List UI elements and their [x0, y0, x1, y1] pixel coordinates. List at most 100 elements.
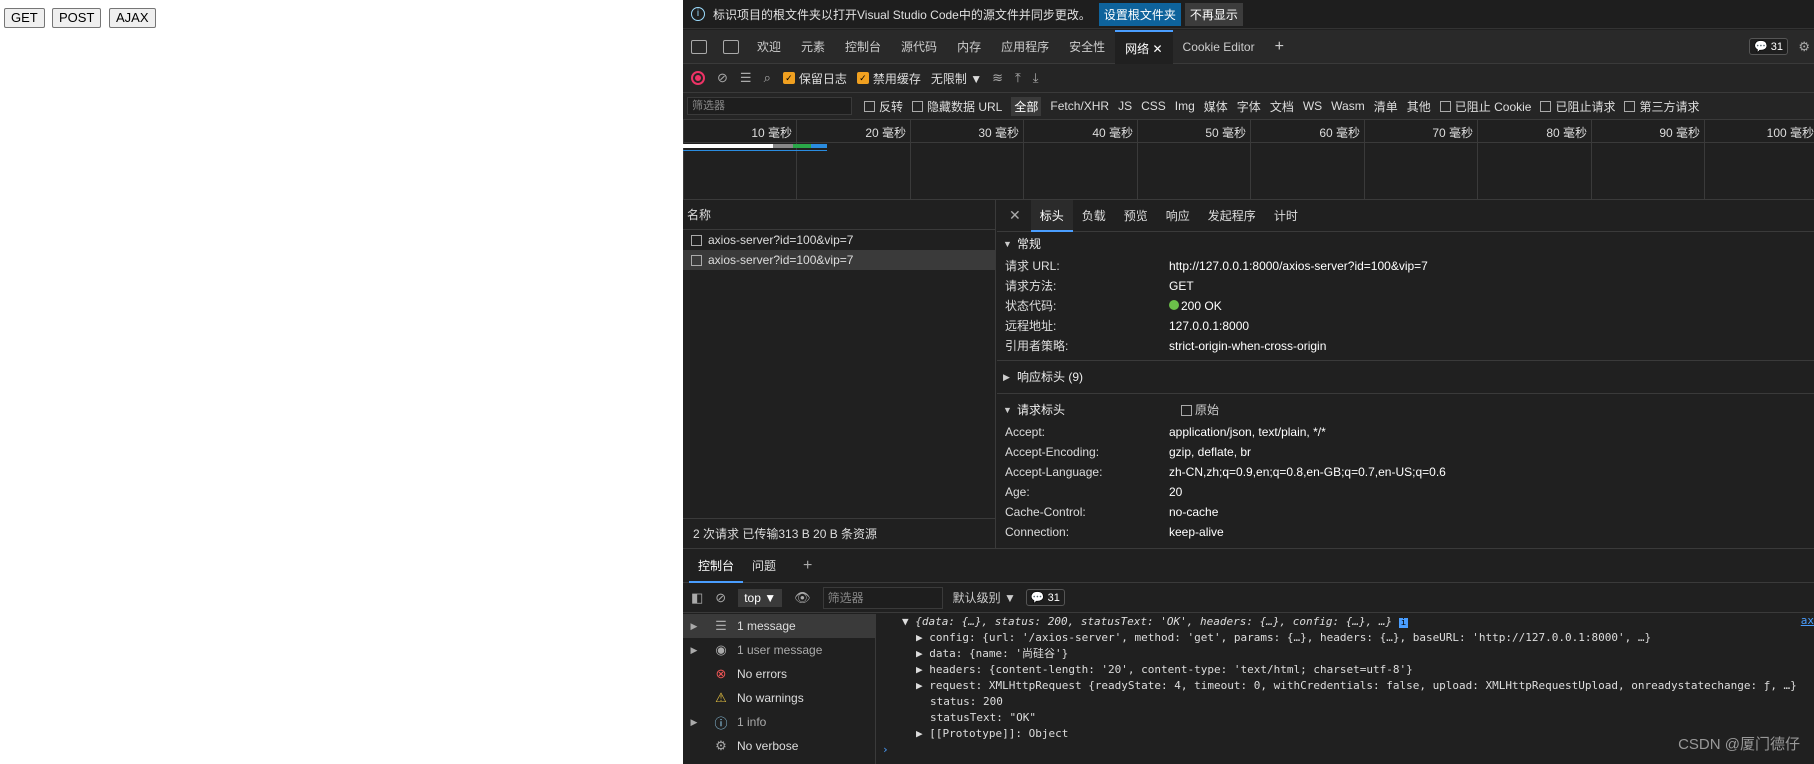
disable-cache-checkbox[interactable]: ✓ — [856, 72, 869, 84]
filter-type-ws[interactable]: WS — [1303, 99, 1322, 113]
set-root-folder-button[interactable]: 设置根文件夹 — [1098, 2, 1181, 26]
timeline-tick-label: 70 毫秒 — [1432, 126, 1473, 140]
add-tab-icon[interactable]: + — [1265, 30, 1294, 64]
timeline-divider — [683, 142, 1814, 143]
filter-type-js[interactable]: JS — [1118, 99, 1132, 113]
tab-initiator[interactable]: 发起程序 — [1199, 200, 1265, 232]
wifi-icon[interactable]: ≋ — [992, 70, 1003, 86]
download-icon[interactable]: ⤓ — [1033, 70, 1039, 86]
log-line[interactable]: ▶ [[Prototype]]: Object — [876, 726, 1814, 742]
add-drawer-tab-icon[interactable]: + — [803, 557, 812, 575]
log-property: config: {url: '/axios-server', method: '… — [929, 631, 1652, 644]
console-filter-input[interactable]: 筛选器 — [822, 586, 943, 609]
hide-data-url-checkbox[interactable] — [912, 100, 924, 112]
filter-type-media[interactable]: 媒体 — [1204, 98, 1228, 115]
message-count-badge[interactable]: 💬 31 — [1025, 589, 1065, 606]
invert-checkbox[interactable] — [864, 100, 875, 112]
tab-cookie-editor[interactable]: Cookie Editor — [1173, 30, 1265, 64]
issues-badge[interactable]: 💬 31 — [1748, 38, 1788, 55]
source-link[interactable]: ax — [1801, 614, 1814, 627]
console-prompt[interactable]: › — [876, 742, 1814, 758]
sidebar-item-messages[interactable]: ▶ ☰ 1 message — [683, 614, 875, 638]
preserve-log-label: 保留日志 — [798, 71, 847, 86]
drawer-tab-issues[interactable]: 问题 — [743, 549, 785, 583]
sidebar-item-warnings[interactable]: ⚠ No warnings — [683, 686, 875, 710]
request-headers-title: 请求标头 — [1017, 403, 1066, 417]
tab-network[interactable]: 网络 ✕ — [1115, 29, 1173, 64]
tab-welcome[interactable]: 欢迎 — [747, 30, 791, 64]
preserve-log-checkbox[interactable]: ✓ — [782, 72, 795, 84]
tab-timing[interactable]: 计时 — [1265, 200, 1307, 232]
response-headers-section[interactable]: ▶ 响应标头 (9) — [997, 365, 1814, 389]
request-checkbox[interactable] — [691, 234, 702, 246]
throttle-select[interactable]: 无限制 ▼ — [931, 70, 982, 87]
header-value: strict-origin-when-cross-origin — [1169, 339, 1327, 353]
eye-icon[interactable]: 👁 — [794, 590, 811, 606]
filter-icon[interactable]: ☰ — [740, 70, 752, 86]
blocked-cookies-checkbox[interactable] — [1439, 100, 1451, 112]
divider — [997, 360, 1814, 361]
header-value: 127.0.0.1:8000 — [1169, 319, 1250, 333]
level-select[interactable]: 默认级别 ▼ — [953, 589, 1016, 606]
blocked-requests-checkbox[interactable] — [1540, 100, 1552, 112]
tab-sources[interactable]: 源代码 — [891, 30, 947, 64]
raw-checkbox[interactable] — [1181, 404, 1192, 416]
clear-console-icon[interactable]: ⊘ — [715, 590, 726, 606]
request-checkbox[interactable] — [691, 254, 702, 266]
inspect-icon[interactable] — [691, 39, 707, 54]
search-icon[interactable]: ⌕ — [764, 70, 771, 86]
post-button[interactable]: POST — [52, 8, 102, 28]
close-icon[interactable]: ✕ — [1152, 42, 1162, 56]
tab-security[interactable]: 安全性 — [1059, 30, 1115, 64]
record-icon[interactable] — [691, 71, 705, 85]
tab-memory[interactable]: 内存 — [947, 30, 991, 64]
clear-icon[interactable]: ⊘ — [717, 70, 728, 86]
ajax-button[interactable]: AJAX — [109, 8, 156, 28]
log-line[interactable]: ▶ data: {name: '尚硅谷'} — [876, 646, 1814, 662]
filter-input[interactable]: 筛选器 — [687, 97, 852, 115]
tab-application[interactable]: 应用程序 — [991, 30, 1059, 64]
sidebar-item-info[interactable]: ▶ ⓘ 1 info — [683, 710, 875, 734]
filter-type-all[interactable]: 全部 — [1011, 96, 1042, 116]
filter-type-css[interactable]: CSS — [1141, 99, 1166, 113]
request-headers-section[interactable]: ▼ 请求标头 原始 — [997, 398, 1814, 422]
context-select[interactable]: top ▼ — [738, 588, 783, 607]
header-value: http://127.0.0.1:8000/axios-server?id=10… — [1169, 259, 1428, 273]
tab-preview[interactable]: 预览 — [1115, 200, 1157, 232]
sidebar-toggle-icon[interactable]: ◧ — [691, 590, 703, 606]
tab-console[interactable]: 控制台 — [835, 30, 891, 64]
filter-type-img[interactable]: Img — [1175, 99, 1195, 113]
log-line[interactable]: ▶ request: XMLHttpRequest {readyState: 4… — [876, 678, 1814, 694]
sidebar-item-verbose[interactable]: ⚙ No verbose — [683, 734, 875, 758]
third-party-checkbox[interactable] — [1624, 100, 1636, 112]
tab-payload[interactable]: 负载 — [1073, 200, 1115, 232]
tab-response[interactable]: 响应 — [1157, 200, 1199, 232]
upload-icon[interactable]: ⤒ — [1015, 70, 1021, 86]
filter-type-manifest[interactable]: 清单 — [1374, 98, 1398, 115]
settings-icon[interactable]: ⚙ — [1798, 39, 1810, 55]
timeline-overview[interactable]: 10 毫秒 20 毫秒 30 毫秒 40 毫秒 50 毫秒 60 毫秒 70 毫… — [683, 120, 1814, 200]
request-row[interactable]: axios-server?id=100&vip=7 — [683, 230, 995, 250]
log-line[interactable]: ▶ config: {url: '/axios-server', method:… — [876, 630, 1814, 646]
request-row[interactable]: axios-server?id=100&vip=7 — [683, 250, 995, 270]
drawer-tab-console[interactable]: 控制台 — [689, 549, 744, 583]
tab-headers[interactable]: 标头 — [1030, 199, 1073, 232]
dont-show-again-button[interactable]: 不再显示 — [1184, 2, 1243, 26]
general-section-header[interactable]: ▼ 常规 — [997, 232, 1814, 256]
triangle-right-icon: ▶ — [916, 647, 930, 660]
name-column-header[interactable]: 名称 — [683, 200, 995, 230]
sidebar-item-user-messages[interactable]: ▶ ◉ 1 user message — [683, 638, 875, 662]
filter-type-other[interactable]: 其他 — [1407, 98, 1431, 115]
log-line[interactable]: ▼ {data: {…}, status: 200, statusText: '… — [876, 614, 1814, 630]
sidebar-item-errors[interactable]: ⊗ No errors — [683, 662, 875, 686]
tab-elements[interactable]: 元素 — [791, 30, 835, 64]
filter-type-fetch[interactable]: Fetch/XHR — [1050, 99, 1109, 113]
close-details-icon[interactable]: ✕ — [997, 207, 1031, 224]
log-line[interactable]: ▶ headers: {content-length: '20', conten… — [876, 662, 1814, 678]
filter-type-font[interactable]: 字体 — [1237, 98, 1261, 115]
device-toolbar-icon[interactable] — [723, 39, 739, 54]
filter-type-wasm[interactable]: Wasm — [1331, 99, 1365, 113]
info-badge-icon: i — [1398, 618, 1409, 628]
get-button[interactable]: GET — [4, 8, 45, 28]
filter-type-doc[interactable]: 文档 — [1270, 98, 1294, 115]
